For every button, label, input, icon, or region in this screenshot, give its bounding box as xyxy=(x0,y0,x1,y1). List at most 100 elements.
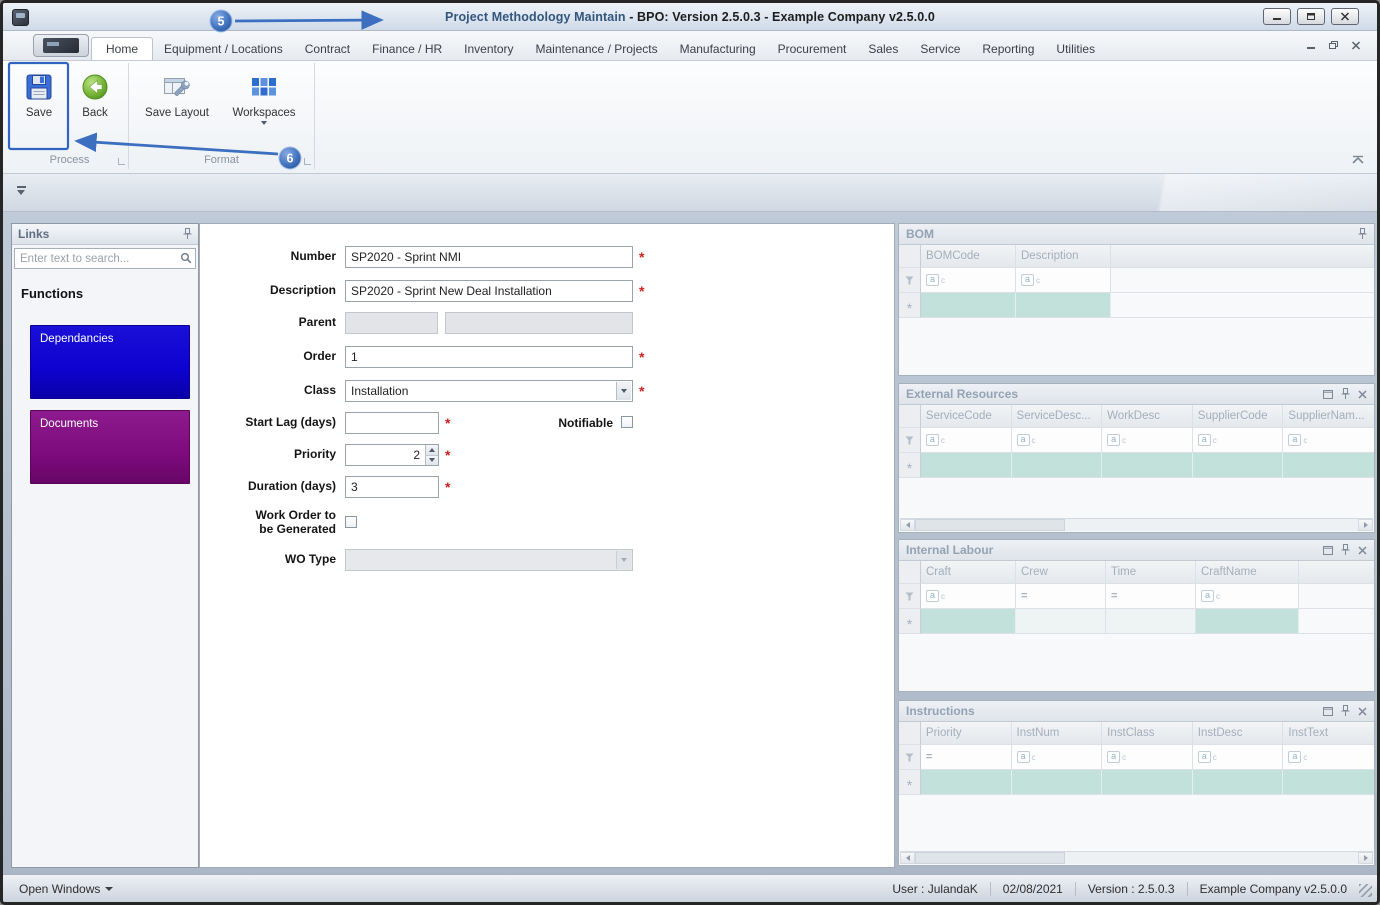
filter-cell[interactable] xyxy=(1011,745,1103,770)
description-input[interactable] xyxy=(345,280,633,302)
ribbon-minimize-icon[interactable] xyxy=(1306,41,1316,50)
tab-manufacturing[interactable]: Manufacturing xyxy=(669,37,767,60)
tab-reporting[interactable]: Reporting xyxy=(971,37,1045,60)
ribbon-restore-icon[interactable] xyxy=(1328,40,1339,50)
column-header[interactable]: SupplierNam... xyxy=(1283,405,1375,428)
new-row-cell[interactable] xyxy=(920,453,1012,478)
pin-icon[interactable] xyxy=(1341,544,1350,556)
filter-cell[interactable] xyxy=(1016,268,1111,293)
priority-stepper[interactable] xyxy=(345,444,439,466)
tab-inventory[interactable]: Inventory xyxy=(453,37,524,60)
filter-cell[interactable] xyxy=(1192,428,1284,453)
scrollbar-thumb[interactable] xyxy=(915,852,1065,864)
new-row-cell[interactable] xyxy=(1196,609,1299,634)
minimize-button[interactable] xyxy=(1263,8,1291,25)
tab-utilities[interactable]: Utilities xyxy=(1045,37,1106,60)
tab-service[interactable]: Service xyxy=(909,37,971,60)
filter-cell[interactable] xyxy=(1192,745,1284,770)
new-row-cell[interactable] xyxy=(1283,453,1375,478)
save-layout-button[interactable]: Save Layout xyxy=(139,66,215,138)
tab-home[interactable]: Home xyxy=(91,37,154,60)
notifiable-checkbox[interactable] xyxy=(621,416,633,428)
search-input[interactable] xyxy=(14,248,196,269)
close-button[interactable] xyxy=(1331,8,1359,25)
filter-cell[interactable]: = xyxy=(920,745,1012,770)
scrollbar-thumb[interactable] xyxy=(915,519,1065,531)
new-row-cell[interactable] xyxy=(1011,453,1103,478)
column-header[interactable]: BOMCode xyxy=(921,245,1016,268)
tab-sales[interactable]: Sales xyxy=(857,37,909,60)
collapse-ribbon-icon[interactable] xyxy=(1351,155,1365,165)
new-row-cell[interactable] xyxy=(1016,609,1106,634)
column-header[interactable]: Crew xyxy=(1016,561,1106,584)
filter-cell[interactable] xyxy=(1196,584,1299,609)
column-header[interactable]: SupplierCode xyxy=(1192,405,1284,428)
ribbon-close-icon[interactable] xyxy=(1351,40,1361,50)
tab-maintenance-projects[interactable]: Maintenance / Projects xyxy=(525,37,669,60)
new-row-cell[interactable] xyxy=(1016,293,1111,318)
tab-procurement[interactable]: Procurement xyxy=(767,37,858,60)
scroll-left-icon[interactable] xyxy=(900,852,915,864)
column-header[interactable]: InstNum xyxy=(1011,722,1103,745)
column-header[interactable]: InstDesc xyxy=(1192,722,1284,745)
new-row-cell[interactable] xyxy=(1192,453,1284,478)
column-header[interactable]: InstClass xyxy=(1102,722,1193,745)
dialog-launcher-icon[interactable] xyxy=(118,158,125,165)
chevron-down-icon[interactable] xyxy=(616,382,631,400)
app-menu-button[interactable] xyxy=(33,34,89,57)
start-lag-input[interactable] xyxy=(345,412,439,434)
filter-cell[interactable] xyxy=(921,268,1016,293)
new-row-cell[interactable] xyxy=(1106,609,1196,634)
filter-cell[interactable] xyxy=(920,428,1012,453)
tab-finance-hr[interactable]: Finance / HR xyxy=(361,37,453,60)
toolbar-options-icon[interactable] xyxy=(15,186,27,195)
class-dropdown[interactable]: Installation xyxy=(345,380,633,402)
scroll-right-icon[interactable] xyxy=(1358,852,1373,864)
maximize-button[interactable] xyxy=(1297,8,1325,25)
new-row-cell[interactable] xyxy=(920,770,1012,795)
spinner-up-icon[interactable] xyxy=(426,445,438,455)
close-panel-icon[interactable] xyxy=(1358,706,1367,716)
filter-cell[interactable]: = xyxy=(1106,584,1196,609)
column-header[interactable]: Priority xyxy=(920,722,1012,745)
column-header[interactable]: InstText xyxy=(1283,722,1375,745)
maximize-panel-icon[interactable] xyxy=(1323,706,1333,716)
filter-cell[interactable] xyxy=(1011,428,1103,453)
column-header[interactable]: Time xyxy=(1106,561,1196,584)
filter-cell[interactable] xyxy=(1102,745,1193,770)
save-button[interactable]: Save xyxy=(15,66,63,138)
pin-icon[interactable] xyxy=(1341,388,1350,400)
horizontal-scrollbar[interactable] xyxy=(900,518,1373,531)
order-input[interactable] xyxy=(345,346,633,368)
filter-cell[interactable] xyxy=(921,584,1016,609)
scroll-right-icon[interactable] xyxy=(1358,519,1373,531)
dialog-launcher-icon[interactable] xyxy=(304,158,311,165)
resize-grip[interactable] xyxy=(1359,884,1372,897)
column-header[interactable]: ServiceCode xyxy=(920,405,1012,428)
column-header[interactable]: WorkDesc xyxy=(1102,405,1193,428)
back-button[interactable]: Back xyxy=(71,66,119,138)
new-row-cell[interactable] xyxy=(1102,770,1193,795)
pin-icon[interactable] xyxy=(183,228,192,240)
workspaces-dropdown-icon[interactable] xyxy=(261,121,267,125)
new-row-cell[interactable] xyxy=(921,293,1016,318)
open-windows-dropdown[interactable]: Open Windows xyxy=(19,882,114,896)
close-panel-icon[interactable] xyxy=(1358,389,1367,399)
filter-cell[interactable] xyxy=(1283,745,1375,770)
maximize-panel-icon[interactable] xyxy=(1323,389,1333,399)
filter-cell[interactable]: = xyxy=(1016,584,1106,609)
new-row-cell[interactable] xyxy=(1192,770,1284,795)
workspaces-button[interactable]: Workspaces xyxy=(225,66,303,138)
maximize-panel-icon[interactable] xyxy=(1323,545,1333,555)
pin-icon[interactable] xyxy=(1358,228,1367,240)
column-header[interactable]: CraftName xyxy=(1196,561,1299,584)
filter-cell[interactable] xyxy=(1102,428,1193,453)
new-row-cell[interactable] xyxy=(921,609,1016,634)
column-header[interactable]: Description xyxy=(1016,245,1111,268)
column-header[interactable]: ServiceDesc... xyxy=(1011,405,1103,428)
tab-equipment-locations[interactable]: Equipment / Locations xyxy=(153,37,294,60)
close-panel-icon[interactable] xyxy=(1358,545,1367,555)
filter-cell[interactable] xyxy=(1283,428,1375,453)
new-row-cell[interactable] xyxy=(1283,770,1375,795)
pin-icon[interactable] xyxy=(1341,705,1350,717)
